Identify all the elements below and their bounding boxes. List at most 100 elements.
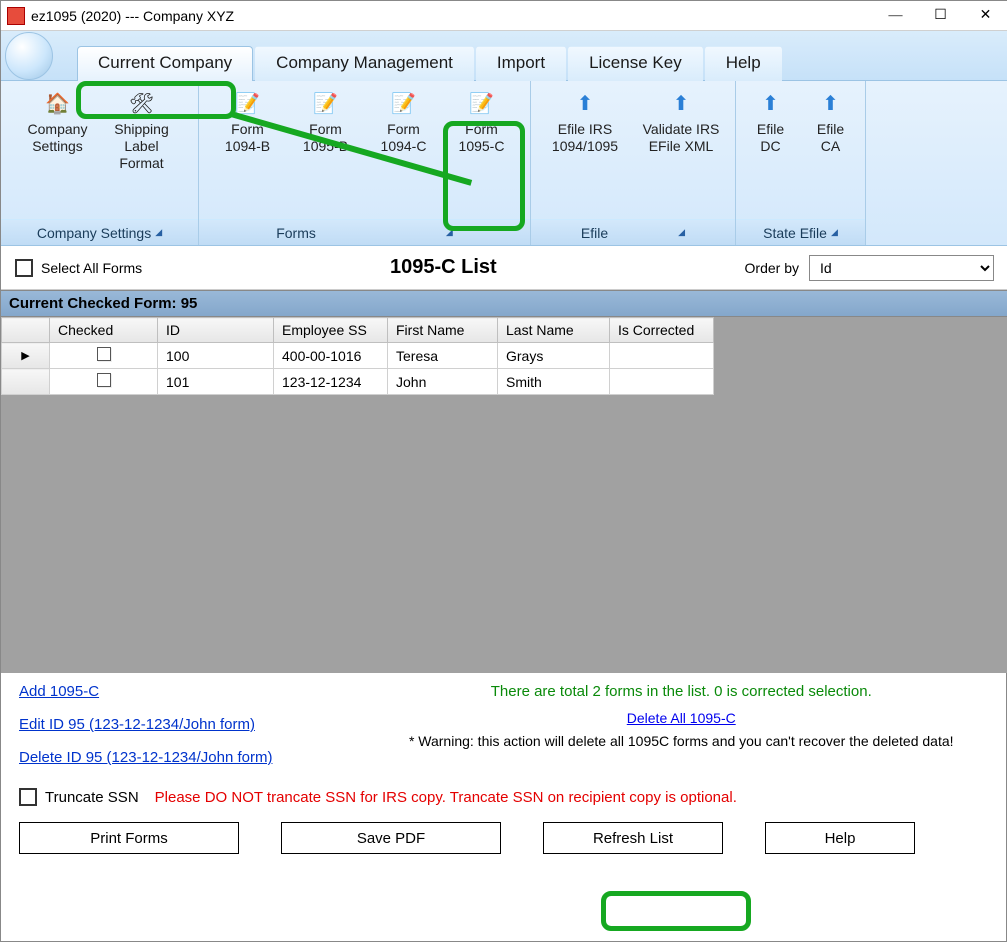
cell-last: Smith <box>498 369 610 395</box>
row-indicator <box>2 369 50 395</box>
ribbon-label: Efile DC <box>750 121 792 155</box>
cell-last: Grays <box>498 343 610 369</box>
col-corrected[interactable]: Is Corrected <box>610 318 714 343</box>
refresh-list-button[interactable]: Refresh List <box>543 822 723 854</box>
order-by-label: Order by <box>745 260 799 276</box>
cell-first: Teresa <box>388 343 498 369</box>
forms-table: Checked ID Employee SS First Name Last N… <box>1 317 714 395</box>
upload-icon: ⬆ <box>669 91 693 115</box>
highlight-refresh-list <box>601 891 751 931</box>
delete-all-link[interactable]: Delete All 1095-C <box>372 710 990 726</box>
ribbon-group-label: Company Settings◢ <box>1 219 198 245</box>
form-1095-b-button[interactable]: 📝 Form 1095-B <box>287 85 365 161</box>
tab-company-management[interactable]: Company Management <box>255 46 474 81</box>
ribbon-group-label: Efile◢ <box>531 219 735 245</box>
cell-ssn: 123-12-1234 <box>274 369 388 395</box>
minimize-button[interactable]: — <box>873 1 918 31</box>
add-1095c-link[interactable]: Add 1095-C <box>19 683 99 700</box>
company-settings-button[interactable]: 🏠 Company Settings <box>16 85 100 161</box>
expand-icon[interactable]: ◢ <box>446 227 453 238</box>
select-all-checkbox[interactable] <box>15 259 33 277</box>
truncate-ssn-checkbox[interactable] <box>19 788 37 806</box>
col-ssn[interactable]: Employee SS <box>274 318 388 343</box>
ribbon-group-company-settings: 🏠 Company Settings 🛠 Shipping Label Form… <box>1 81 199 245</box>
cell-corrected <box>610 369 714 395</box>
form-1095-c-button[interactable]: 📝 Form 1095-C <box>443 85 521 161</box>
orb-button[interactable] <box>5 32 53 80</box>
app-icon <box>7 7 25 25</box>
shipping-label-format-button[interactable]: 🛠 Shipping Label Format <box>100 85 184 177</box>
ribbon-group-forms: 📝 Form 1094-B 📝 Form 1095-B 📝 Form 1094-… <box>199 81 531 245</box>
form-1094-b-button[interactable]: 📝 Form 1094-B <box>209 85 287 161</box>
order-by-select[interactable]: Id <box>809 255 994 281</box>
tab-current-company[interactable]: Current Company <box>77 46 253 81</box>
ribbon-label: Efile CA <box>810 121 852 155</box>
expand-icon[interactable]: ◢ <box>678 227 685 238</box>
row-checkbox[interactable] <box>97 373 111 387</box>
maximize-button[interactable]: ☐ <box>918 1 963 31</box>
ribbon-label: Form 1094-B <box>215 121 281 155</box>
tools-icon: 🛠 <box>130 91 154 115</box>
ribbon-label: Efile IRS 1094/1095 <box>543 121 627 155</box>
ribbon-label: Company Settings <box>22 121 94 155</box>
form-icon: 📝 <box>470 91 494 115</box>
filter-row: Select All Forms 1095-C List Order by Id <box>1 246 1007 290</box>
ribbon-group-state-efile: ⬆ Efile DC ⬆ Efile CA State Efile◢ <box>736 81 866 245</box>
list-title: 1095-C List <box>142 256 744 279</box>
ribbon-label: Form 1094-C <box>371 121 437 155</box>
title-bar: ez1095 (2020) --- Company XYZ — ☐ ✕ <box>1 1 1007 31</box>
expand-icon[interactable]: ◢ <box>155 227 162 238</box>
upload-icon: ⬆ <box>819 91 843 115</box>
tab-license-key[interactable]: License Key <box>568 46 703 81</box>
form-icon: 📝 <box>236 91 260 115</box>
row-checkbox[interactable] <box>97 347 111 361</box>
close-button[interactable]: ✕ <box>963 1 1007 31</box>
total-count-text: There are total 2 forms in the list. 0 i… <box>372 683 990 700</box>
table-row[interactable]: 101 123-12-1234 John Smith <box>2 369 714 395</box>
print-forms-button[interactable]: Print Forms <box>19 822 239 854</box>
ribbon-group-label: Forms◢ <box>199 219 530 245</box>
truncate-ssn-warning: Please DO NOT trancate SSN for IRS copy.… <box>155 789 737 806</box>
table-container: Checked ID Employee SS First Name Last N… <box>1 317 1007 673</box>
home-icon: 🏠 <box>46 91 70 115</box>
ribbon-label: Validate IRS EFile XML <box>639 121 723 155</box>
col-fname[interactable]: First Name <box>388 318 498 343</box>
table-row[interactable]: ▶ 100 400-00-1016 Teresa Grays <box>2 343 714 369</box>
upload-icon: ⬆ <box>759 91 783 115</box>
validate-irs-efile-button[interactable]: ⬆ Validate IRS EFile XML <box>633 85 729 161</box>
form-icon: 📝 <box>392 91 416 115</box>
cell-id: 100 <box>158 343 274 369</box>
efile-dc-button[interactable]: ⬆ Efile DC <box>744 85 798 161</box>
edit-id-link[interactable]: Edit ID 95 (123-12-1234/John form) <box>19 716 255 733</box>
ribbon-label: Form 1095-B <box>293 121 359 155</box>
col-checked[interactable]: Checked <box>50 318 158 343</box>
save-pdf-button[interactable]: Save PDF <box>281 822 501 854</box>
select-all-label: Select All Forms <box>41 260 142 276</box>
help-button[interactable]: Help <box>765 822 915 854</box>
col-lname[interactable]: Last Name <box>498 318 610 343</box>
upload-icon: ⬆ <box>573 91 597 115</box>
cell-corrected <box>610 343 714 369</box>
efile-irs-button[interactable]: ⬆ Efile IRS 1094/1095 <box>537 85 633 161</box>
ribbon-group-efile: ⬆ Efile IRS 1094/1095 ⬆ Validate IRS EFi… <box>531 81 736 245</box>
row-indicator: ▶ <box>2 343 50 369</box>
cell-ssn: 400-00-1016 <box>274 343 388 369</box>
ribbon-label: Form 1095-C <box>449 121 515 155</box>
tab-help[interactable]: Help <box>705 46 782 81</box>
window-title: ez1095 (2020) --- Company XYZ <box>31 8 873 24</box>
row-header-corner <box>2 318 50 343</box>
form-1094-c-button[interactable]: 📝 Form 1094-C <box>365 85 443 161</box>
cell-id: 101 <box>158 369 274 395</box>
delete-id-link[interactable]: Delete ID 95 (123-12-1234/John form) <box>19 749 272 766</box>
col-id[interactable]: ID <box>158 318 274 343</box>
efile-ca-button[interactable]: ⬆ Efile CA <box>804 85 858 161</box>
lower-panel: Add 1095-C Edit ID 95 (123-12-1234/John … <box>1 673 1007 864</box>
ribbon: 🏠 Company Settings 🛠 Shipping Label Form… <box>1 81 1007 246</box>
delete-warning: * Warning: this action will delete all 1… <box>372 732 990 750</box>
ribbon-label: Shipping Label Format <box>106 121 178 171</box>
tab-area: Current Company Company Management Impor… <box>1 31 1007 81</box>
expand-icon[interactable]: ◢ <box>831 227 838 238</box>
tab-import[interactable]: Import <box>476 46 566 81</box>
status-bar: Current Checked Form: 95 <box>1 290 1007 317</box>
form-icon: 📝 <box>314 91 338 115</box>
